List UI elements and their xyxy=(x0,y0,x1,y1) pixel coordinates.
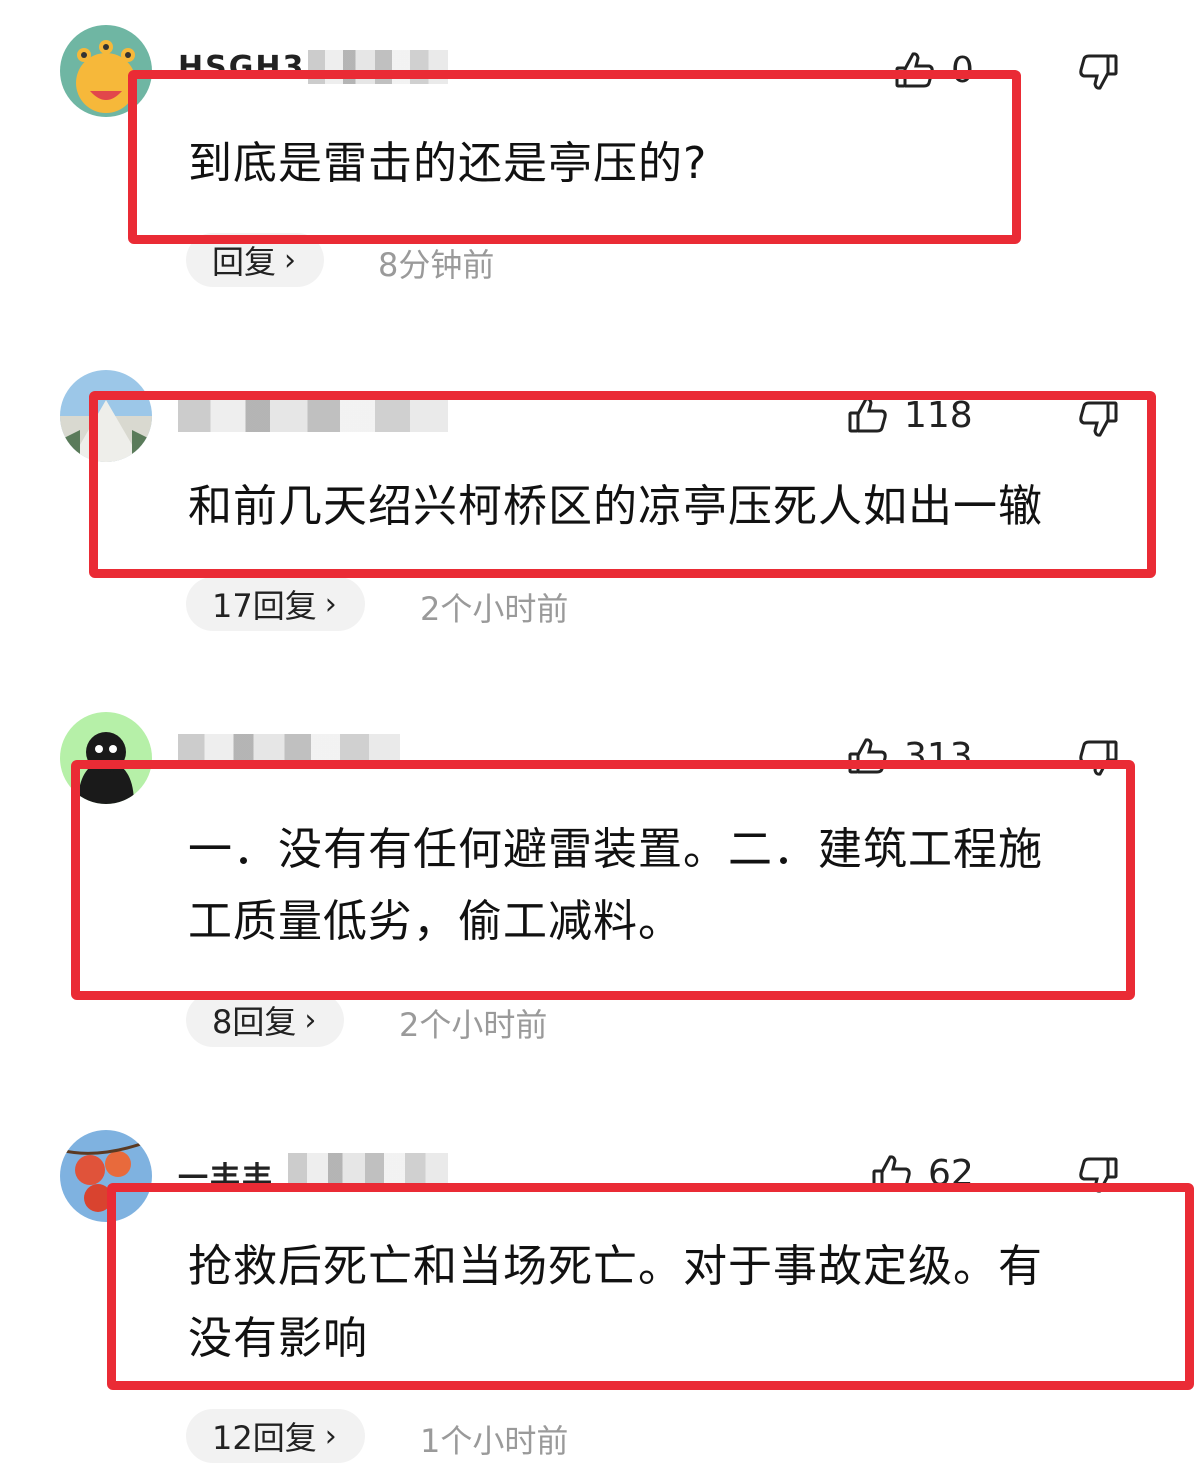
blur-mosaic xyxy=(178,734,400,768)
reply-label: 8回复 xyxy=(212,1003,297,1041)
timestamp: 8分钟前 xyxy=(378,246,495,284)
username[interactable]: 一丰丰 xyxy=(178,1153,448,1187)
blur-mosaic xyxy=(308,50,448,84)
like-button[interactable]: 62 xyxy=(870,1151,974,1195)
reply-label: 12回复 xyxy=(212,1419,317,1457)
like-button[interactable]: 313 xyxy=(846,734,973,778)
avatar[interactable] xyxy=(60,25,152,117)
thumbs-up-icon xyxy=(895,52,934,88)
chevron-right-icon: › xyxy=(284,242,297,278)
blur-mosaic xyxy=(178,398,448,432)
chevron-right-icon: › xyxy=(324,586,337,622)
like-count: 0 xyxy=(951,49,974,91)
comment-text: 抢救后死亡和当场死亡。对于事故定级。有 没有影响 xyxy=(188,1231,1043,1375)
comment-text-line: 抢救后死亡和当场死亡。对于事故定级。有 xyxy=(188,1241,1043,1292)
comment-text-line: 工质量低劣，偷工减料。 xyxy=(188,896,683,947)
reply-button[interactable]: 8回复 › xyxy=(186,993,345,1047)
like-count: 313 xyxy=(904,735,973,777)
reply-button[interactable]: 12回复 › xyxy=(186,1409,365,1463)
comment-4: 一丰丰 62 抢救后死亡和当场死亡。对于事故定级。有 没有影响 12回复 › 1… xyxy=(0,1105,1200,1473)
comment-text: 到底是雷击的还是亭压的? xyxy=(188,138,708,189)
timestamp: 1个小时前 xyxy=(420,1422,569,1460)
comment-text: 一．没有有任何避雷装置。二．建筑工程施 工质量低劣，偷工减料。 xyxy=(188,814,1043,958)
comment-text-line: 一．没有有任何避雷装置。二．建筑工程施 xyxy=(188,824,1043,875)
like-count: 118 xyxy=(904,394,973,436)
avatar[interactable] xyxy=(60,370,152,462)
comment-1: HSGH3 0 到底是雷击的还是亭压的? 回复 › 8分钟前 xyxy=(0,0,1200,360)
like-button[interactable]: 0 xyxy=(893,48,974,92)
reply-button[interactable]: 17回复 › xyxy=(186,577,365,631)
username[interactable] xyxy=(178,398,448,432)
username[interactable]: HSGH3 xyxy=(178,50,448,84)
comment-2: 118 和前几天绍兴柯桥区的凉亭压死人如出一辙 17回复 › 2个小时前 xyxy=(0,345,1200,705)
thumbs-down-icon[interactable] xyxy=(1076,50,1120,94)
timestamp: 2个小时前 xyxy=(420,590,569,628)
reply-label: 17回复 xyxy=(212,587,317,625)
comment-3: 313 一．没有有任何避雷装置。二．建筑工程施 工质量低劣，偷工减料。 8回复 … xyxy=(0,690,1200,1050)
chevron-right-icon: › xyxy=(304,1002,317,1038)
avatar[interactable] xyxy=(60,1130,152,1222)
reply-button[interactable]: 回复 › xyxy=(186,233,325,287)
reply-label: 回复 xyxy=(212,243,277,281)
blur-mosaic xyxy=(288,1153,448,1187)
like-button[interactable]: 118 xyxy=(846,393,973,437)
thumbs-down-icon[interactable] xyxy=(1076,736,1120,780)
comment-text: 和前几天绍兴柯桥区的凉亭压死人如出一辙 xyxy=(188,481,1043,532)
chevron-right-icon: › xyxy=(324,1418,337,1454)
thumbs-up-icon xyxy=(848,397,887,433)
thumbs-down-icon[interactable] xyxy=(1076,397,1120,441)
thumbs-up-icon xyxy=(848,738,887,774)
comment-text-line: 没有影响 xyxy=(188,1313,368,1364)
timestamp: 2个小时前 xyxy=(399,1006,548,1044)
thumbs-up-icon xyxy=(872,1155,911,1191)
avatar[interactable] xyxy=(60,712,152,804)
thumbs-down-icon[interactable] xyxy=(1076,1153,1120,1197)
like-count: 62 xyxy=(928,1152,974,1194)
username[interactable] xyxy=(178,734,400,768)
